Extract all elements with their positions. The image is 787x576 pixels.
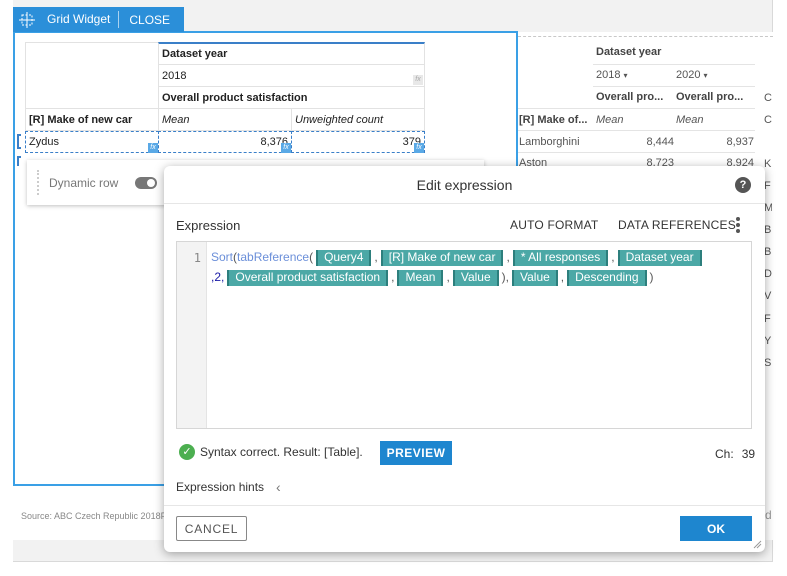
fx-icon[interactable]: fx (414, 143, 424, 153)
close-widget-button[interactable]: CLOSE (119, 13, 180, 27)
bg-edge-letter: Y (764, 335, 772, 347)
character-count-label: Ch: (715, 447, 734, 461)
fx-icon[interactable]: fx (281, 143, 291, 153)
grid-header-satisfaction[interactable]: Overall product satisfaction (158, 86, 425, 109)
bg-edge-letter: S (764, 357, 772, 369)
bg-year-2[interactable]: 2020 ▾ (676, 69, 708, 81)
bg-mean-1: Mean (596, 114, 624, 126)
ok-button[interactable]: OK (680, 516, 752, 541)
code-token[interactable]: Dataset year (617, 249, 702, 266)
expression-code[interactable]: Sort(tabReference(Query4, [R] Make of new… (211, 247, 741, 287)
bg-edge-letter: C (764, 92, 772, 104)
help-icon[interactable]: ? (735, 177, 751, 193)
grid-widget-icon (13, 7, 41, 32)
dialog-title: Edit expression (164, 166, 765, 204)
bg-edge-letter: M (764, 202, 772, 214)
drag-handle-icon[interactable] (37, 170, 39, 195)
dynamic-row-toggle[interactable] (135, 177, 157, 189)
dialog-title-text: Edit expression (416, 176, 513, 193)
fx-icon[interactable]: fx (413, 75, 423, 85)
grid-row-header[interactable]: [R] Make of new car (25, 108, 159, 131)
bg-row-value: 8,937 (726, 136, 754, 148)
expression-hints[interactable]: Expression hints ‹ (176, 479, 281, 495)
expression-editor[interactable]: 1 Sort(tabReference(Query4, [R] Make of n… (176, 241, 752, 429)
resize-grip-icon[interactable] (753, 540, 762, 549)
cancel-button[interactable]: CANCEL (176, 516, 247, 541)
code-token[interactable]: Query4 (316, 249, 372, 266)
row-bracket-icon (17, 134, 21, 149)
bg-make-header: [R] Make of... (519, 114, 588, 126)
grid-row-mean[interactable]: 8,376 (158, 131, 292, 153)
grid-corner-cell (25, 42, 159, 109)
bg-edge-letter: F (764, 313, 771, 325)
code-token[interactable]: Mean (397, 269, 444, 286)
grid-row-label[interactable]: Zydus (25, 131, 159, 153)
line-gutter: 1 (177, 242, 207, 428)
character-count-value: 39 (741, 447, 756, 461)
grid-row-count[interactable]: 379 (291, 131, 425, 153)
code-token[interactable]: Value (511, 269, 558, 286)
bg-edge-letter: B (764, 224, 772, 236)
grid-year-label: 2018 (162, 69, 187, 82)
grid-year-cell[interactable]: 2018 (158, 64, 425, 87)
grid-col-count[interactable]: Unweighted count (291, 108, 425, 131)
auto-format-button[interactable]: AUTO FORMAT (510, 218, 598, 232)
line-number: 1 (193, 251, 201, 265)
bg-edge-letter: B (764, 246, 772, 258)
bg-mean-2: Mean (676, 114, 704, 126)
bg-edge-letter: K (764, 158, 772, 170)
code-token[interactable]: * All responses (512, 249, 609, 266)
code-function: tabReference (237, 250, 310, 264)
code-token[interactable]: Overall product satisfaction (227, 269, 389, 286)
dialog-footer-divider (164, 505, 765, 506)
bg-edge-letter: F (764, 180, 771, 192)
row-bracket-icon (17, 156, 21, 166)
bg-header-dataset-year: Dataset year (596, 46, 662, 58)
code-function: Sort (211, 250, 234, 264)
bg-row-value: 8,444 (646, 136, 674, 148)
check-circle-icon: ✓ (179, 444, 195, 460)
fx-icon[interactable]: fx (148, 143, 158, 153)
bg-year-1[interactable]: 2018 ▾ (596, 69, 628, 81)
expression-label: Expression (176, 218, 241, 233)
bg-edge-letter: D (764, 268, 772, 280)
grid-col-mean[interactable]: Mean (158, 108, 292, 131)
data-references-button[interactable]: DATA REFERENCES (618, 218, 736, 232)
grid-header-dataset-year[interactable]: Dataset year (158, 42, 425, 65)
expression-hints-label: Expression hints (176, 480, 265, 494)
widget-header: Grid Widget CLOSE (13, 7, 184, 32)
code-token[interactable]: [R] Make of new car (380, 249, 504, 266)
chevron-left-icon[interactable]: ‹ (276, 479, 281, 495)
code-token[interactable]: Value (452, 269, 499, 286)
character-count: Ch: 39 (715, 447, 755, 461)
dynamic-row-label: Dynamic row (49, 176, 119, 190)
syntax-status: ✓ Syntax correct. Result: [Table]. (179, 444, 363, 460)
section-divider (518, 36, 773, 37)
source-text: Source: ABC Czech Republic 2018F (21, 511, 167, 521)
bg-edge-tail: d (765, 508, 772, 522)
bg-edge-letter: V (764, 290, 772, 302)
edit-expression-dialog: Edit expression ? Expression AUTO FORMAT… (164, 166, 765, 552)
widget-title: Grid Widget (41, 11, 120, 28)
code-token[interactable]: Descending (567, 269, 647, 286)
preview-button[interactable]: PREVIEW (380, 441, 452, 465)
bg-sub-1: Overall pro... (596, 91, 664, 103)
bg-sub-2: Overall pro... (676, 91, 744, 103)
syntax-status-text: Syntax correct. Result: [Table]. (200, 445, 363, 459)
bg-row-label: Lamborghini (519, 136, 580, 148)
more-options-icon[interactable] (736, 217, 742, 233)
bg-edge-letter: C (764, 114, 772, 126)
